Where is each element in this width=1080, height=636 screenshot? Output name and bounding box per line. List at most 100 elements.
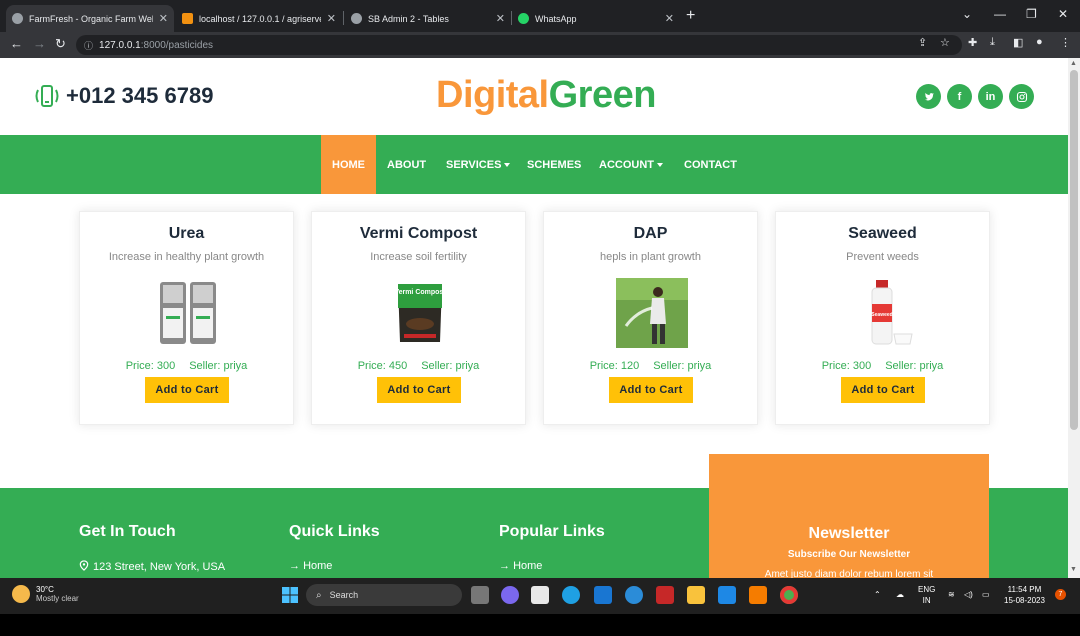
globe-icon [12,13,23,24]
weather-widget[interactable]: 30°C Mostly clear [12,585,79,603]
close-icon[interactable]: ✕ [159,12,168,25]
xampp-icon[interactable] [749,586,767,604]
extensions-icon[interactable]: ✚ [968,36,977,49]
tab-farmfresh[interactable]: FarmFresh - Organic Farm Website ✕ [6,5,174,32]
nav-contact-label: CONTACT [684,158,737,171]
clock-time: 11:54 PM [1007,585,1042,594]
weather-desc: Mostly clear [36,594,79,603]
taskbar-search[interactable]: ⌕ Search [306,584,462,606]
map-marker-icon [79,560,89,571]
add-to-cart-button[interactable]: Add to Cart [145,377,229,403]
address-text: 123 Street, New York, USA [93,561,226,573]
bag-label: Vermi Compost [394,289,446,296]
close-icon[interactable]: ✕ [327,12,336,25]
arrow-right-icon: → [289,560,304,572]
product-description: hepls in plant growth [600,251,701,263]
scroll-up-icon[interactable]: ▲ [1070,60,1077,67]
nav-schemes[interactable]: SCHEMES [527,135,581,194]
onedrive-icon[interactable]: ☁ [896,589,904,600]
reload-icon[interactable]: ↻ [55,36,66,52]
brand-part-digital: Digital [436,74,549,116]
arrow-right-icon: → [499,560,514,572]
chrome-icon[interactable] [780,586,798,604]
product-description: Increase soil fertility [370,251,467,263]
bookmark-star-icon[interactable]: ☆ [940,36,950,49]
language-indicator[interactable]: ENG IN [918,584,935,606]
nav-account[interactable]: ACCOUNT [599,135,663,194]
restore-icon[interactable]: ❐ [1026,7,1037,21]
product-price: Price: 120 [589,360,640,372]
footer-link-home[interactable]: → Home [289,560,332,572]
menu-icon[interactable]: ⋮ [1060,36,1071,49]
nav-services-label: SERVICES [446,158,502,171]
close-icon[interactable]: ✕ [665,12,674,25]
chat-icon[interactable] [501,586,519,604]
phone-contact: +012 345 6789 [34,83,213,109]
instagram-icon[interactable] [1009,84,1034,109]
nav-about[interactable]: ABOUT [387,135,426,194]
twitter-icon[interactable] [916,84,941,109]
volume-icon[interactable]: ◁) [964,589,973,600]
battery-icon[interactable]: ▭ [982,589,990,600]
minimize-icon[interactable]: — [994,7,1006,21]
dap-product-image [616,278,688,348]
store-icon[interactable] [531,586,549,604]
tab-sb-admin[interactable]: SB Admin 2 - Tables ✕ [345,5,511,32]
share-icon[interactable]: ⇪ [918,36,927,49]
wifi-icon[interactable]: ≋ [948,589,955,600]
mcafee-icon[interactable] [656,586,674,604]
clock[interactable]: 11:54 PM 15-08-2023 [1004,584,1045,606]
chevron-down-icon [657,162,663,167]
facebook-icon[interactable]: f [947,84,972,109]
app-icon[interactable] [625,586,643,604]
footer-link-home[interactable]: → Home [499,560,542,572]
product-seller: Seller: priya [189,360,248,372]
nav-account-label: ACCOUNT [599,158,654,171]
forward-icon[interactable]: → [33,36,46,51]
linkedin-icon[interactable]: in [978,84,1003,109]
task-view-icon[interactable] [471,586,489,604]
tab-whatsapp[interactable]: WhatsApp ✕ [512,5,680,32]
phone-vibrate-icon [35,85,59,107]
vscode-icon[interactable] [718,586,736,604]
scroll-down-icon[interactable]: ▼ [1070,566,1077,573]
weather-temp: 30°C [36,585,54,594]
file-explorer-icon[interactable] [687,586,705,604]
back-icon[interactable]: ← [10,36,23,51]
nav-home[interactable]: HOME [321,135,376,194]
add-to-cart-button[interactable]: Add to Cart [841,377,925,403]
scrollbar-thumb[interactable] [1070,70,1078,430]
search-icon: ⌕ [316,589,322,601]
add-to-cart-button[interactable]: Add to Cart [609,377,693,403]
tab-search-icon[interactable]: ⌄ [962,7,972,21]
product-description: Increase in healthy plant growth [108,251,265,263]
tab-phpmyadmin[interactable]: localhost / 127.0.0.1 / agriserve / ✕ [176,5,342,32]
notification-badge[interactable]: 7 [1055,589,1066,600]
add-to-cart-button[interactable]: Add to Cart [377,377,461,403]
newsletter-title: Newsletter [808,525,890,542]
tab-separator [343,11,344,25]
newsletter-text: Amet justo diam dolor rebum lorem sit [764,569,934,578]
app-icon[interactable] [594,586,612,604]
newsletter-panel: Newsletter Subscribe Our Newsletter Amet… [709,454,989,578]
nav-services[interactable]: SERVICES [446,135,511,194]
window-close-icon[interactable]: ✕ [1058,7,1068,21]
screen-border [0,614,1080,636]
nav-contact[interactable]: CONTACT [684,135,737,194]
product-meta: Price: 120 Seller: priya [544,360,757,372]
site-logo[interactable]: DigitalGreen [436,74,656,117]
product-name: Vermi Compost [359,225,478,242]
side-panel-icon[interactable]: ◧ [1013,36,1023,49]
new-tab-button[interactable]: + [686,7,695,25]
product-description: Prevent weeds [846,251,919,263]
chevron-up-icon[interactable]: ⌃ [874,589,881,600]
address-bar[interactable]: ⓘ 127.0.0.1:8000/pasticides [76,35,962,55]
site-info-icon[interactable]: ⓘ [84,39,93,52]
page-scrollbar[interactable]: ▲ ▼ [1068,58,1080,578]
close-icon[interactable]: ✕ [496,12,505,25]
profile-icon[interactable]: ● [1036,36,1043,48]
download-icon[interactable]: ⤓ [990,36,995,49]
footer-heading: Quick Links [289,523,380,540]
windows-start-icon[interactable] [281,586,299,604]
edge-icon[interactable] [562,586,580,604]
